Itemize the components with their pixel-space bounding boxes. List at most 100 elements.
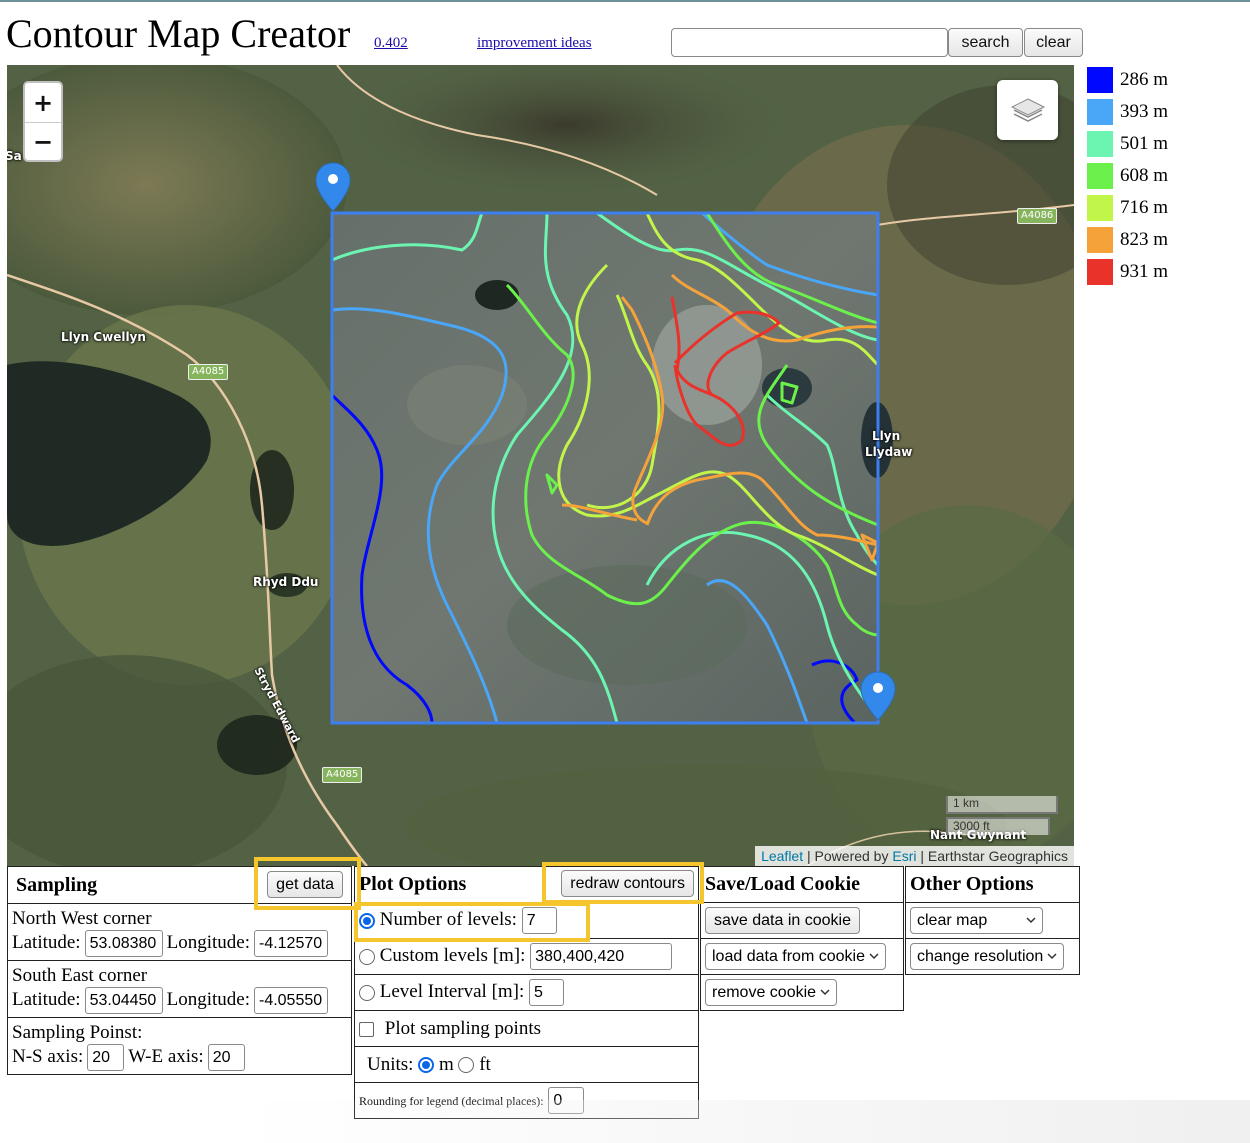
cookie-title: Save/Load Cookie xyxy=(705,873,861,895)
leaflet-link[interactable]: Leaflet xyxy=(761,848,803,864)
ns-axis-input[interactable]: 20 xyxy=(87,1043,125,1071)
units-label: Units: xyxy=(367,1053,414,1075)
legend-swatch xyxy=(1087,227,1113,253)
map-label-llyn: Llyn xyxy=(872,429,901,443)
plot-sampling-points-label: Plot sampling points xyxy=(384,1017,541,1039)
plot-options-header: Plot Options redraw contours xyxy=(354,866,699,903)
layers-button[interactable] xyxy=(997,80,1058,140)
legend-label: 501 m xyxy=(1120,133,1169,154)
interval-radio[interactable] xyxy=(359,984,375,1001)
legend-swatch xyxy=(1087,195,1113,221)
plot-sampling-points-cell: Plot sampling points xyxy=(354,1010,699,1047)
nw-lon-label: Longitude: xyxy=(166,932,250,953)
nw-latitude-input[interactable]: 53.08380 xyxy=(84,929,163,957)
sampling-points-label: Sampling Poinst: xyxy=(12,1021,143,1043)
zoom-in-button[interactable]: + xyxy=(25,83,61,122)
sampling-points-cell: Sampling Poinst: N-S axis: 20 W-E axis: … xyxy=(7,1017,352,1075)
interval-label: Level Interval [m]: xyxy=(379,980,525,1002)
clear-button[interactable]: clear xyxy=(1024,28,1083,57)
we-axis-input[interactable]: 20 xyxy=(207,1043,245,1071)
map-attribution: Leaflet | Powered by Esri | Earthstar Ge… xyxy=(755,846,1074,866)
se-corner-cell: South East corner Latitude: 53.04450 Lon… xyxy=(7,960,352,1018)
legend-item: 608 m xyxy=(1087,160,1168,192)
version-link[interactable]: 0.402 xyxy=(374,35,408,52)
legend-swatch xyxy=(1087,163,1113,189)
remove-cookie-cell: remove cookie xyxy=(700,974,904,1011)
unit-ft-label: ft xyxy=(479,1053,491,1075)
change-resolution-label: change resolution xyxy=(917,947,1044,965)
remove-cookie-label: remove cookie xyxy=(712,983,817,1001)
ns-axis-label: N-S axis: xyxy=(12,1046,84,1067)
improvement-ideas-link[interactable]: improvement ideas xyxy=(477,35,592,52)
remove-cookie-select[interactable]: remove cookie xyxy=(705,979,838,1006)
scale-bar-ft: 3000 ft xyxy=(946,817,1050,835)
zoom-control: + − xyxy=(23,81,63,162)
road-badge: A4085 xyxy=(188,364,229,380)
levels-input[interactable]: 7 xyxy=(521,907,557,934)
legend-label: 286 m xyxy=(1120,69,1169,90)
we-axis-label: W-E axis: xyxy=(128,1046,204,1067)
get-data-button[interactable]: get data xyxy=(267,871,343,898)
load-cookie-label: load data from cookie xyxy=(712,947,865,965)
search-input[interactable] xyxy=(671,28,948,57)
load-cookie-cell: load data from cookie xyxy=(700,938,904,975)
unit-m-label: m xyxy=(438,1053,454,1075)
legend-item: 716 m xyxy=(1087,192,1168,224)
interval-input[interactable]: 5 xyxy=(529,979,565,1006)
esri-link[interactable]: Esri xyxy=(892,848,916,864)
change-resolution-cell: change resolution xyxy=(905,938,1080,975)
nw-longitude-input[interactable]: -4.12570 xyxy=(253,929,328,957)
satellite-terrain xyxy=(7,65,1074,866)
plot-options-title: Plot Options xyxy=(359,873,467,895)
legend-item: 393 m xyxy=(1087,96,1168,128)
change-resolution-select[interactable]: change resolution xyxy=(910,943,1065,970)
legend-label: 823 m xyxy=(1120,229,1169,250)
se-longitude-input[interactable]: -4.05550 xyxy=(253,986,328,1014)
other-options-header: Other Options xyxy=(905,866,1080,903)
road-badge: A4085 xyxy=(322,767,363,783)
nw-lat-label: Latitude: xyxy=(12,932,81,953)
legend-swatch xyxy=(1087,259,1113,285)
zoom-out-button[interactable]: − xyxy=(25,122,61,160)
sampling-header: Sampling get data xyxy=(7,866,352,904)
cookie-header: Save/Load Cookie xyxy=(700,866,904,903)
clear-map-label: clear map xyxy=(917,911,988,929)
search-button[interactable]: search xyxy=(948,28,1023,57)
cookie-panel: Save/Load Cookie save data in cookie loa… xyxy=(700,866,904,1011)
chevron-down-icon xyxy=(1047,953,1057,960)
map-label-rhyd-ddu: Rhyd Ddu xyxy=(253,575,319,589)
save-cookie-cell: save data in cookie xyxy=(700,902,904,939)
legend-item: 501 m xyxy=(1087,128,1168,160)
save-cookie-button[interactable]: save data in cookie xyxy=(705,907,860,934)
se-lon-label: Longitude: xyxy=(166,989,250,1010)
unit-m-radio[interactable] xyxy=(418,1057,435,1074)
plot-sampling-points-checkbox[interactable] xyxy=(359,1021,374,1037)
redraw-contours-button[interactable]: redraw contours xyxy=(561,870,694,897)
unit-ft-radio[interactable] xyxy=(458,1057,475,1074)
map-label-llydaw: Llydaw xyxy=(865,445,913,459)
legend-swatch xyxy=(1087,67,1113,93)
nw-corner-cell: North West corner Latitude: 53.08380 Lon… xyxy=(7,903,352,961)
legend-item: 931 m xyxy=(1087,256,1168,288)
se-lat-label: Latitude: xyxy=(12,989,81,1010)
other-options-title: Other Options xyxy=(910,873,1034,895)
levels-radio[interactable] xyxy=(359,912,375,929)
page-title: Contour Map Creator xyxy=(6,11,351,56)
se-latitude-input[interactable]: 53.04450 xyxy=(84,986,163,1014)
legend-label: 716 m xyxy=(1120,197,1169,218)
units-cell: Units: m ft xyxy=(354,1046,699,1083)
map-label-edge: Sa xyxy=(7,149,22,163)
clear-map-cell: clear map xyxy=(905,902,1080,939)
layers-icon xyxy=(1010,98,1045,122)
clear-map-select[interactable]: clear map xyxy=(910,907,1043,934)
custom-levels-input[interactable]: 380,400,420 xyxy=(530,943,673,970)
sampling-panel: Sampling get data North West corner Lati… xyxy=(7,866,352,1075)
levels-label: Number of levels: xyxy=(379,908,517,930)
load-cookie-select[interactable]: load data from cookie xyxy=(705,943,886,970)
custom-levels-radio[interactable] xyxy=(359,948,375,965)
legend-swatch xyxy=(1087,131,1113,157)
map-view[interactable]: + − Sa Llyn Cwellyn Llyn Llydaw Rhyd Ddu… xyxy=(7,65,1074,866)
legend-swatch xyxy=(1087,99,1113,125)
top-border xyxy=(0,0,1250,2)
other-options-panel: Other Options clear map change resolutio… xyxy=(905,866,1080,975)
